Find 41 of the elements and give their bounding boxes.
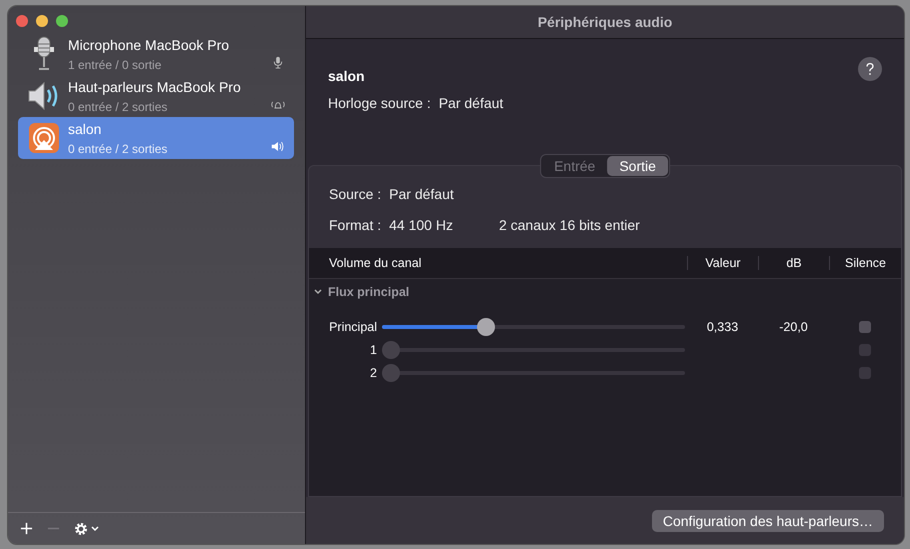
group-label: Flux principal [328,285,410,299]
speaker-config-button[interactable]: Configuration des haut-parleurs… [652,510,884,532]
source-value: Par défaut [389,186,454,202]
column-header[interactable]: Valeur [687,256,758,270]
help-icon [865,62,875,76]
device-channels: 0 entrée / 2 sorties [68,142,168,156]
minimize-button[interactable] [36,15,48,27]
device-title: salon [328,68,366,84]
format-label: Format : [329,217,382,233]
device-channels: 0 entrée / 2 sorties [68,100,168,114]
device-item[interactable]: salon 0 entrée / 2 sorties [18,117,294,159]
column-header[interactable]: Silence [829,256,901,270]
channel-db: -20,0 [779,320,808,334]
channel-label: Principal [328,320,377,334]
plus-icon[interactable] [20,522,33,535]
column-header[interactable]: dB [758,256,829,270]
device-item[interactable]: Microphone MacBook Pro 1 entrée / 0 sortie [18,33,294,75]
clock-label: Horloge source : [328,95,431,111]
device-name: Microphone MacBook Pro [68,36,230,52]
channel-value: 0,333 [706,320,738,334]
window-title: Périphériques audio [538,14,672,30]
zoom-button[interactable] [56,15,68,27]
clock-value: Par défaut [438,95,504,111]
source-label: Source : [329,186,382,202]
airplay-icon [26,120,62,156]
channel-label: 2 [369,366,377,380]
volume-slider[interactable] [382,318,685,336]
close-button[interactable] [16,15,28,27]
format-depth: 2 canaux 16 bits entier [498,217,640,233]
tab[interactable]: Sortie [607,156,668,176]
device-channels: 1 entrée / 0 sortie [68,58,162,72]
disclosure-icon[interactable] [313,287,323,297]
speaker-icon [270,140,286,153]
help-button[interactable] [858,57,882,81]
mute-checkbox[interactable] [859,320,871,332]
column-header[interactable]: Volume du canal [309,256,687,270]
channel-label: 1 [369,342,377,356]
device-item[interactable]: Haut-parleurs MacBook Pro 0 entrée / 2 sorties [18,75,294,117]
device-name: salon [68,120,102,136]
format-rate: 44 100 Hz [389,217,453,233]
device-name: Haut-parleurs MacBook Pro [68,78,242,94]
